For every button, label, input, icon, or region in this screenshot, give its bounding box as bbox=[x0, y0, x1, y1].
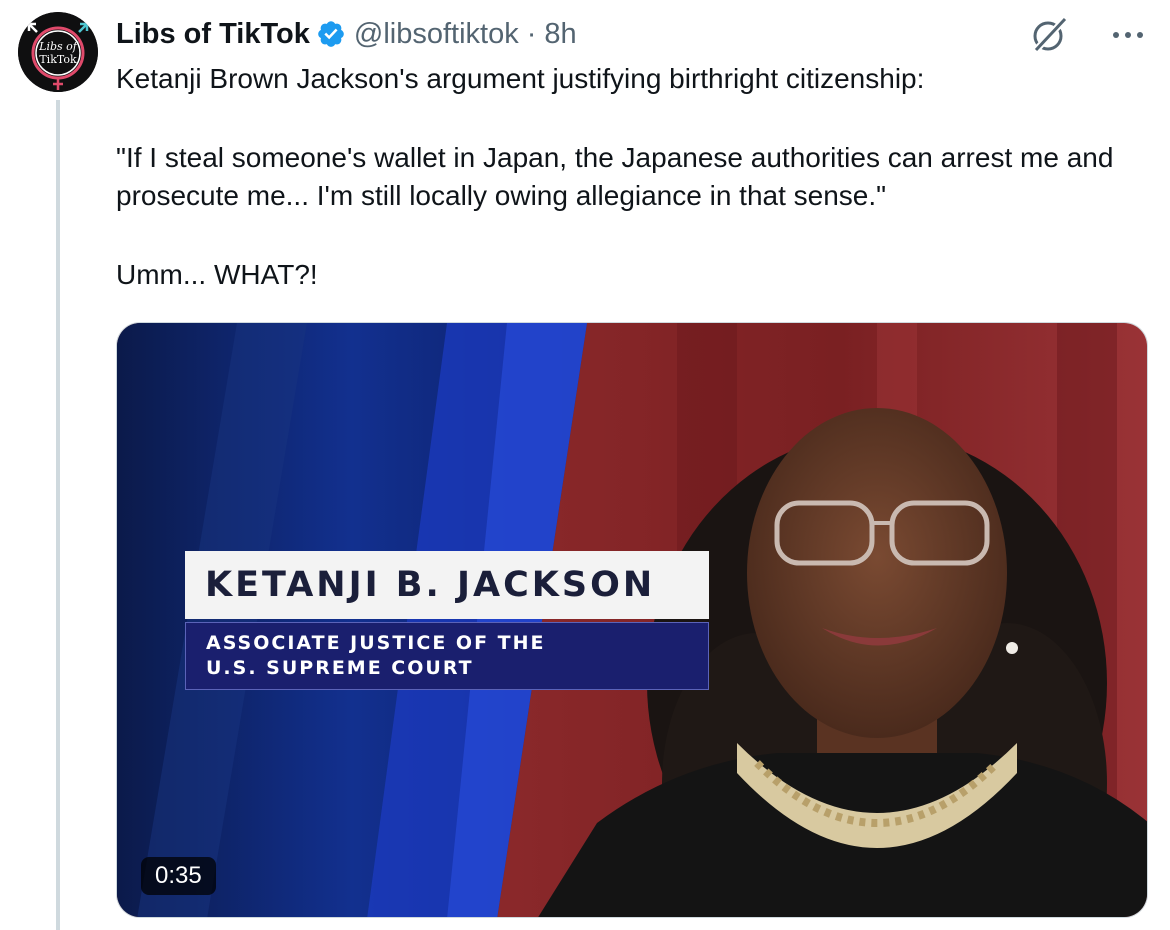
author-handle[interactable]: @libsoftiktok bbox=[354, 18, 519, 51]
video-player[interactable]: KETANJI B. JACKSON ASSOCIATE JUSTICE OF … bbox=[116, 322, 1148, 918]
svg-text:Libs of: Libs of bbox=[38, 40, 79, 53]
avatar[interactable]: Libs of TikTok bbox=[18, 12, 98, 92]
header-separator: · bbox=[526, 17, 537, 50]
grok-icon[interactable] bbox=[1028, 14, 1070, 56]
tweet-timestamp[interactable]: 8h bbox=[544, 18, 576, 51]
thread-line bbox=[56, 100, 60, 930]
avatar-logo: Libs of TikTok bbox=[18, 12, 98, 92]
author-display-name[interactable]: Libs of TikTok bbox=[116, 18, 310, 51]
video-thumbnail bbox=[117, 323, 1147, 917]
video-duration-badge: 0:35 bbox=[141, 857, 216, 895]
lower-third-title: ASSOCIATE JUSTICE OF THE U.S. SUPREME CO… bbox=[185, 622, 709, 690]
lower-third-name: KETANJI B. JACKSON bbox=[185, 551, 709, 619]
tweet-text-intro: Ketanji Brown Jackson's argument justify… bbox=[116, 63, 925, 94]
svg-text:TikTok: TikTok bbox=[39, 53, 77, 66]
tweet[interactable]: Libs of TikTok Libs of TikTok @libsoftik… bbox=[0, 0, 1170, 930]
verified-badge-icon[interactable] bbox=[316, 19, 346, 49]
tweet-text: Ketanji Brown Jackson's argument justify… bbox=[116, 60, 1156, 294]
lower-third-title-line1: ASSOCIATE JUSTICE OF THE bbox=[206, 632, 546, 654]
lower-third-title-line2: U.S. SUPREME COURT bbox=[206, 657, 474, 679]
tweet-text-closing: Umm... WHAT?! bbox=[116, 258, 318, 290]
tweet-text-quote: "If I steal someone's wallet in Japan, t… bbox=[116, 141, 1114, 212]
tweet-header: Libs of TikTok @libsoftiktok · 8h bbox=[116, 14, 577, 54]
more-icon[interactable] bbox=[1110, 20, 1146, 50]
